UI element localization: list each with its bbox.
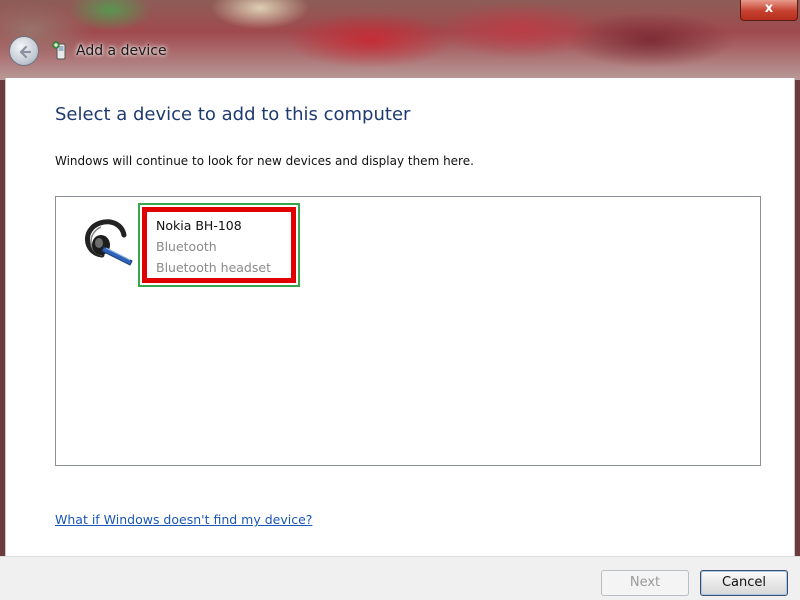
dialog-content: Select a device to add to this computer … xyxy=(5,78,795,556)
instruction-text: Windows will continue to look for new de… xyxy=(55,154,474,168)
device-name: Nokia BH-108 xyxy=(156,218,242,233)
device-highlight-box: Nokia BH-108 Bluetooth Bluetooth headset xyxy=(142,207,296,283)
page-heading: Select a device to add to this computer xyxy=(55,104,411,125)
cancel-button[interactable]: Cancel xyxy=(700,570,788,596)
window-title-area: Add a device xyxy=(52,38,167,64)
dialog-footer: Next Cancel xyxy=(0,556,800,600)
back-button[interactable] xyxy=(9,36,39,66)
window-title: Add a device xyxy=(76,43,167,59)
device-type: Bluetooth xyxy=(156,239,217,254)
next-button[interactable]: Next xyxy=(601,570,689,596)
bluetooth-headset-icon xyxy=(78,215,136,271)
device-category: Bluetooth headset xyxy=(156,260,271,275)
device-list-item[interactable]: Nokia BH-108 Bluetooth Bluetooth headset xyxy=(74,203,314,287)
add-device-icon xyxy=(52,41,70,61)
window-close-button[interactable]: x xyxy=(740,0,798,21)
device-selection-outline: Nokia BH-108 Bluetooth Bluetooth headset xyxy=(138,203,300,287)
help-link[interactable]: What if Windows doesn't find my device? xyxy=(55,512,312,527)
device-list[interactable]: Nokia BH-108 Bluetooth Bluetooth headset xyxy=(55,196,761,466)
back-arrow-icon xyxy=(19,45,32,59)
